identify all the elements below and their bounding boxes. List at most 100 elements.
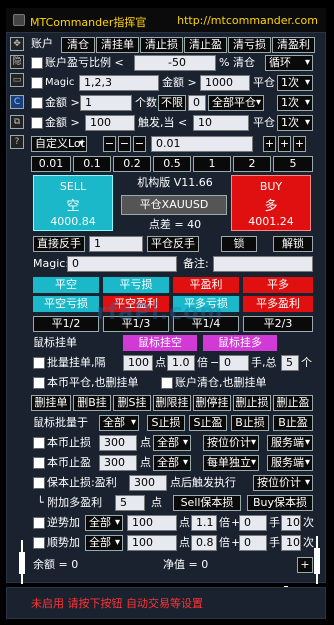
mouse-pending-long-button[interactable]: 鼠标挂多 bbox=[203, 335, 277, 351]
close-profit-button[interactable]: 平盈利 bbox=[173, 277, 239, 293]
contra-count-input[interactable]: 10 bbox=[281, 515, 301, 531]
trend-scope-select[interactable]: 全部 bbox=[85, 535, 123, 551]
sl-input[interactable]: 300 bbox=[99, 435, 137, 451]
amount-count-checkbox[interactable] bbox=[31, 97, 43, 109]
reverse-input[interactable]: 1 bbox=[89, 236, 143, 252]
clear-tp-button[interactable]: 清止盈 bbox=[184, 37, 227, 53]
tp-input[interactable]: 300 bbox=[99, 455, 137, 471]
del-tp-button[interactable]: 删止盈 bbox=[273, 395, 313, 411]
del-sl-button[interactable]: 删止损 bbox=[233, 395, 271, 411]
del-pending-button[interactable]: 删挂单 bbox=[31, 395, 71, 411]
lot-preset-1[interactable]: 1 bbox=[193, 156, 231, 172]
del-s-pending-button[interactable]: 删S挂 bbox=[113, 395, 151, 411]
close-also-del-checkbox[interactable] bbox=[33, 377, 45, 389]
b-tp-button[interactable]: B止盈 bbox=[273, 415, 313, 431]
website-link[interactable]: http://mtcommander.com bbox=[177, 14, 318, 27]
trend-count-input[interactable]: 10 bbox=[281, 535, 301, 551]
tp-scope-select[interactable]: 全部 bbox=[153, 455, 191, 471]
lot-preset-02[interactable]: 0.2 bbox=[113, 156, 151, 172]
batch-lot-input[interactable]: 0 bbox=[219, 355, 249, 371]
tp-checkbox[interactable] bbox=[33, 457, 45, 469]
b-sl-button[interactable]: B止损 bbox=[231, 415, 269, 431]
expand-button[interactable]: + bbox=[297, 557, 313, 573]
contra-scope-select[interactable]: 全部 bbox=[85, 515, 123, 531]
times-select-1[interactable]: 1次 bbox=[277, 75, 313, 91]
del-limit-button[interactable]: 删限挂 bbox=[153, 395, 191, 411]
close-symbol-button[interactable]: 平仓XAUUSD bbox=[121, 195, 227, 215]
close-long-button[interactable]: 平多 bbox=[243, 277, 313, 293]
mouse-pending-short-button[interactable]: 鼠标挂空 bbox=[123, 335, 197, 351]
clear-sl-button[interactable]: 清止损 bbox=[140, 37, 183, 53]
trigger-checkbox[interactable] bbox=[31, 117, 43, 129]
trigger-amount-input[interactable]: 100 bbox=[85, 115, 135, 131]
lot-preset-2[interactable]: 2 bbox=[233, 156, 271, 172]
trigger-value-input[interactable]: 10 bbox=[193, 115, 249, 131]
breakeven-mode-select[interactable]: 按位价计 bbox=[253, 475, 313, 491]
lot-minus-1[interactable]: − bbox=[103, 136, 116, 152]
sl-checkbox[interactable] bbox=[33, 437, 45, 449]
extra-profit-input[interactable]: 5 bbox=[115, 495, 145, 511]
lot-minus-2[interactable]: − bbox=[118, 136, 131, 152]
unlock-button[interactable]: 解锁 bbox=[273, 236, 313, 252]
custom-lot-select[interactable]: 自定义Lot bbox=[31, 136, 87, 152]
mouse-batch-select[interactable]: 全部 bbox=[99, 415, 139, 431]
note-input[interactable] bbox=[213, 256, 313, 272]
times-select-2[interactable]: 1次 bbox=[277, 95, 313, 111]
buy-breakeven-button[interactable]: Buy保本损 bbox=[247, 495, 313, 511]
breakeven-input[interactable]: 300 bbox=[129, 475, 167, 491]
unlimited-button[interactable]: 不限 bbox=[158, 95, 186, 111]
collapse-icon[interactable]: ▭ bbox=[10, 73, 24, 87]
batch-multiplier-input[interactable]: 1.0 bbox=[167, 355, 195, 371]
lock-button[interactable]: 锁 bbox=[221, 236, 257, 252]
close-all-button[interactable]: 清仓 bbox=[61, 37, 95, 53]
lot-plus-3[interactable]: + bbox=[293, 136, 306, 152]
lot-input[interactable]: 0.01 bbox=[151, 136, 253, 152]
del-b-pending-button[interactable]: 删B挂 bbox=[73, 395, 111, 411]
direct-reverse-button[interactable]: 直接反手 bbox=[33, 236, 85, 252]
magic-input-2[interactable]: 0 bbox=[67, 256, 177, 272]
sl-server-select[interactable]: 服务端 bbox=[267, 435, 313, 451]
contra-mult-input[interactable]: 1.1 bbox=[191, 515, 217, 531]
batch-interval-input[interactable]: 100 bbox=[123, 355, 153, 371]
close-long-profit-button[interactable]: 平多盈利 bbox=[243, 296, 313, 312]
trend-add-checkbox[interactable] bbox=[33, 537, 45, 549]
contra-points-input[interactable]: 100 bbox=[127, 515, 177, 531]
hide-icon[interactable]: 隐 bbox=[10, 55, 24, 69]
account-clear-del-checkbox[interactable] bbox=[161, 377, 173, 389]
lot-plus-2[interactable]: + bbox=[278, 136, 291, 152]
batch-pending-checkbox[interactable] bbox=[33, 357, 45, 369]
window-icon[interactable]: ⧉ bbox=[10, 115, 24, 129]
clear-loss-button[interactable]: 清亏损 bbox=[228, 37, 271, 53]
lot-plus-1[interactable]: + bbox=[263, 136, 276, 152]
lot-minus-3[interactable]: − bbox=[133, 136, 146, 152]
clear-profit-button[interactable]: 清盈利 bbox=[272, 37, 315, 53]
all-close-select[interactable]: 全部平仓 bbox=[208, 95, 264, 111]
lot-preset-01[interactable]: 0.1 bbox=[73, 156, 111, 172]
trend-mult-input[interactable]: 0.8 bbox=[191, 535, 217, 551]
lot-preset-001[interactable]: 0.01 bbox=[31, 156, 71, 172]
lot-preset-5[interactable]: 5 bbox=[273, 156, 313, 172]
s-sl-button[interactable]: S止损 bbox=[147, 415, 185, 431]
batch-count-input[interactable]: 5 bbox=[281, 355, 299, 371]
move-icon[interactable]: ✥ bbox=[10, 37, 24, 51]
lot-preset-05[interactable]: 0.5 bbox=[153, 156, 191, 172]
sell-breakeven-button[interactable]: Sell保本损 bbox=[173, 495, 241, 511]
times-select-3[interactable]: 1次 bbox=[277, 115, 313, 131]
c-icon[interactable]: C bbox=[10, 95, 24, 109]
trend-lot-input[interactable]: 0 bbox=[239, 535, 267, 551]
del-stop-button[interactable]: 删停挂 bbox=[193, 395, 231, 411]
count-input[interactable]: 0 bbox=[188, 95, 206, 111]
close-half-button[interactable]: 平1/2 bbox=[33, 316, 99, 332]
close-loss-button[interactable]: 平亏损 bbox=[103, 277, 169, 293]
contra-add-checkbox[interactable] bbox=[33, 517, 45, 529]
sl-mode-select[interactable]: 按位价计 bbox=[203, 435, 259, 451]
close-short-button[interactable]: 平空 bbox=[33, 277, 99, 293]
tp-server-select[interactable]: 服务端 bbox=[267, 455, 313, 471]
amount-input[interactable]: 1000 bbox=[200, 75, 250, 91]
profit-ratio-checkbox[interactable] bbox=[31, 57, 43, 69]
magic-checkbox[interactable] bbox=[31, 77, 43, 89]
trend-points-input[interactable]: 100 bbox=[127, 535, 177, 551]
breakeven-checkbox[interactable] bbox=[33, 477, 45, 489]
s-tp-button[interactable]: S止盈 bbox=[189, 415, 227, 431]
amount-input-2[interactable]: 1 bbox=[80, 95, 132, 111]
